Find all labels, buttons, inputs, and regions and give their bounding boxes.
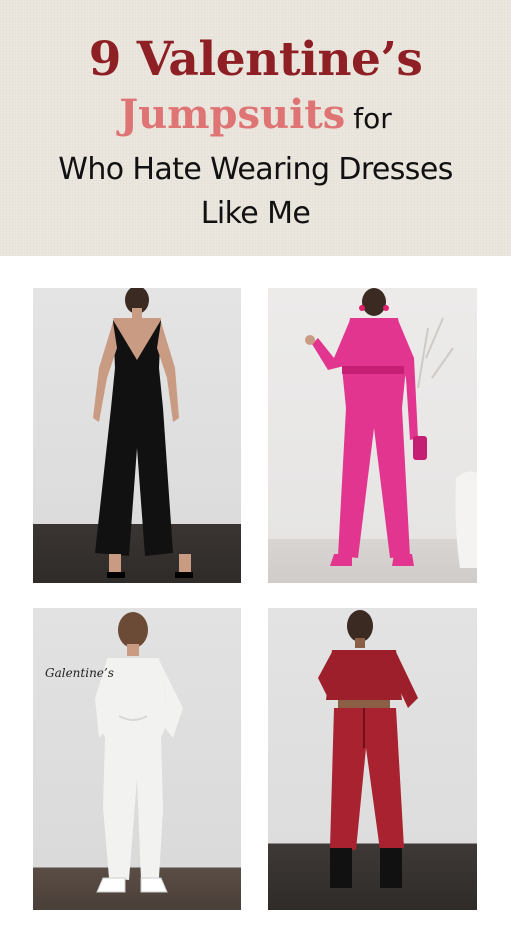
title-for: for	[353, 102, 392, 135]
title-banner: 9 Valentine’s Jumpsuits for Who Hate Wear…	[0, 0, 511, 256]
title-line-2: Jumpsuits for	[0, 90, 511, 140]
title-line-1: 9 Valentine’s	[88, 32, 423, 87]
photo-red-leather-jumpsuit	[268, 608, 477, 910]
red-leather-jumpsuit-icon	[318, 610, 418, 888]
black-jumpsuit-icon	[93, 288, 193, 578]
photo-pink-jumpsuit	[268, 288, 477, 583]
title-line-3: Who Hate Wearing Dresses	[58, 152, 453, 187]
pink-jumpsuit-icon	[305, 288, 477, 568]
white-jumpsuit-icon	[95, 612, 183, 893]
photo-black-jumpsuit	[33, 288, 241, 583]
photo-white-jumpsuit: Galentine’s	[33, 608, 241, 910]
title-highlight: Jumpsuits	[119, 91, 346, 138]
galentine-caption: Galentine’s	[45, 666, 114, 680]
title-line-4: Like Me	[200, 196, 311, 231]
